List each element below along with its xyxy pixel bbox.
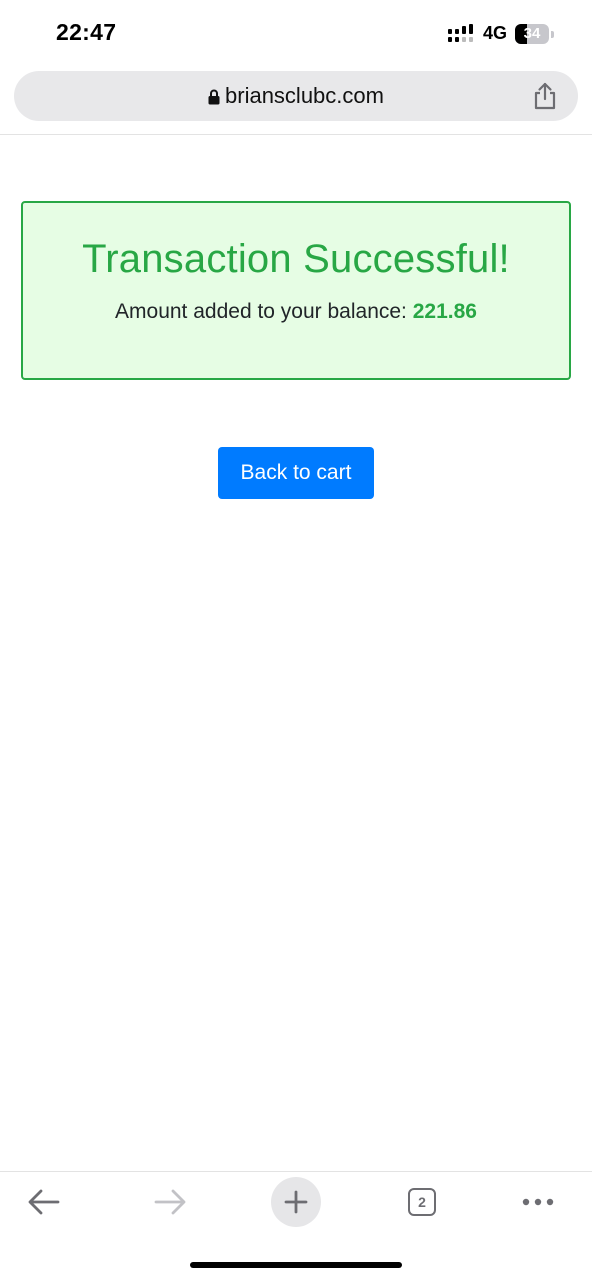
- balance-message-text: Amount added to your balance:: [115, 300, 407, 323]
- new-tab-button[interactable]: [270, 1176, 322, 1228]
- url-display[interactable]: briansclubc.com: [14, 71, 578, 121]
- arrow-left-icon: [28, 1189, 60, 1215]
- battery-level: 34: [523, 25, 541, 42]
- lock-icon: [208, 89, 220, 105]
- back-nav-button[interactable]: [18, 1176, 70, 1228]
- network-type: 4G: [483, 23, 508, 43]
- status-time: 22:47: [56, 19, 117, 45]
- home-indicator[interactable]: [190, 1262, 402, 1268]
- url-text: briansclubc.com: [225, 83, 384, 108]
- tab-switcher-button[interactable]: 2: [396, 1176, 448, 1228]
- address-bar[interactable]: briansclubc.com: [14, 71, 578, 121]
- more-icon: [522, 1198, 554, 1206]
- status-bar: 22:47 4G 34: [0, 0, 592, 68]
- tab-count: 2: [408, 1188, 436, 1216]
- back-to-cart-button[interactable]: Back to cart: [218, 447, 374, 499]
- more-menu-button[interactable]: [512, 1176, 564, 1228]
- arrow-right-icon: [154, 1189, 186, 1215]
- success-alert: Transaction Successful! Amount added to …: [21, 201, 571, 380]
- balance-amount: 221.86: [412, 300, 477, 323]
- toolbar-divider: [0, 1171, 592, 1172]
- battery-icon: 34: [515, 24, 555, 44]
- forward-nav-button[interactable]: [144, 1176, 196, 1228]
- success-title: Transaction Successful!: [82, 237, 510, 281]
- balance-message: Amount added to your balance: 221.86: [23, 300, 569, 324]
- plus-icon: [284, 1190, 308, 1214]
- signal-icon: [448, 24, 473, 42]
- share-icon[interactable]: [532, 82, 558, 110]
- chrome-divider: [0, 134, 592, 135]
